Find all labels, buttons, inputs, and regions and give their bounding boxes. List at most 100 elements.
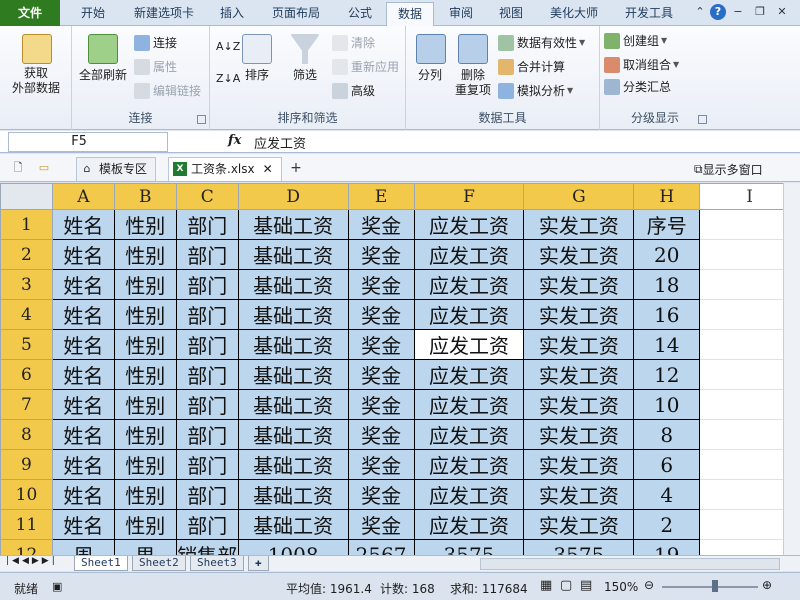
cell-e1[interactable]: 奖金 — [347, 209, 415, 240]
text-to-columns-button[interactable]: 分列 — [406, 68, 454, 83]
cell-b4[interactable]: 性别 — [113, 299, 177, 330]
cell-f11[interactable]: 应发工资 — [413, 509, 525, 540]
add-tab-icon[interactable]: + — [288, 160, 304, 176]
add-sheet-icon[interactable]: ✚ — [248, 556, 269, 571]
page-layout-icon[interactable]: ▢ — [560, 578, 572, 593]
cell-h4[interactable]: 16 — [633, 299, 701, 330]
close-tab-icon[interactable]: ✕ — [263, 162, 273, 176]
column-header-a[interactable]: A — [51, 183, 115, 210]
cell-f8[interactable]: 应发工资 — [413, 419, 525, 450]
cell-f4[interactable]: 应发工资 — [413, 299, 525, 330]
cell-c4[interactable]: 部门 — [175, 299, 239, 330]
tab-home[interactable]: 开始 — [66, 2, 120, 26]
insert-function-icon[interactable]: fx — [228, 133, 241, 148]
subtotal-button[interactable]: 分类汇总 — [604, 78, 671, 95]
cell-h11[interactable]: 2 — [633, 509, 701, 540]
cell-c7[interactable]: 部门 — [175, 389, 239, 420]
ungroup-button[interactable]: 取消组合 ▼ — [604, 56, 679, 73]
properties-button[interactable]: 属性 — [134, 58, 177, 75]
tab-review[interactable]: 审阅 — [438, 2, 484, 26]
cell-a12[interactable]: 周 — [51, 539, 115, 555]
what-if-button[interactable]: 模拟分析 ▼ — [498, 82, 573, 99]
cell-a5[interactable]: 姓名 — [51, 329, 115, 360]
column-header-e[interactable]: E — [347, 183, 415, 210]
row-header[interactable]: 3 — [0, 269, 53, 300]
data-validation-button[interactable]: 数据有效性 ▼ — [498, 34, 585, 51]
cell-b10[interactable]: 性别 — [113, 479, 177, 510]
cell-c12[interactable]: 销售部 — [175, 539, 239, 555]
zoom-slider-handle[interactable] — [712, 580, 718, 592]
formula-input[interactable]: 应发工资 — [254, 133, 306, 152]
reapply-button[interactable]: 重新应用 — [332, 58, 399, 75]
row-header[interactable]: 12 — [0, 539, 53, 555]
row-header[interactable]: 2 — [0, 239, 53, 270]
cell-g4[interactable]: 实发工资 — [523, 299, 635, 330]
cell-f9[interactable]: 应发工资 — [413, 449, 525, 480]
zoom-in-icon[interactable]: ⊕ — [762, 578, 772, 592]
zoom-slider[interactable] — [662, 586, 758, 588]
cell-c10[interactable]: 部门 — [175, 479, 239, 510]
restore-icon[interactable]: ❐ — [752, 4, 768, 20]
cell-b6[interactable]: 性别 — [113, 359, 177, 390]
cell-a7[interactable]: 姓名 — [51, 389, 115, 420]
cell-g11[interactable]: 实发工资 — [523, 509, 635, 540]
spreadsheet-grid[interactable]: ABCDEFGHI 1 姓名 性别 部门 基础工资 奖金 应发工资 实发工资 序号 2 姓名 性别 部门… — [0, 183, 800, 555]
tab-workbook-file[interactable]: X 工资条.xlsx ✕ — [168, 157, 282, 181]
cell-c2[interactable]: 部门 — [175, 239, 239, 270]
row-header[interactable]: 8 — [0, 419, 53, 450]
cell-h7[interactable]: 10 — [633, 389, 701, 420]
normal-view-icon[interactable]: ▦ — [540, 578, 552, 593]
cell-e11[interactable]: 奖金 — [347, 509, 415, 540]
cell-e4[interactable]: 奖金 — [347, 299, 415, 330]
cell-d1[interactable]: 基础工资 — [237, 209, 349, 240]
tab-data[interactable]: 数据 — [386, 2, 434, 27]
cell-c9[interactable]: 部门 — [175, 449, 239, 480]
cell-b12[interactable]: 男 — [113, 539, 177, 555]
cell-e3[interactable]: 奖金 — [347, 269, 415, 300]
cell-a8[interactable]: 姓名 — [51, 419, 115, 450]
horizontal-scrollbar[interactable] — [480, 558, 780, 570]
sort-button[interactable]: 排序 — [236, 68, 278, 83]
cell-g6[interactable]: 实发工资 — [523, 359, 635, 390]
sheet-tab-2[interactable]: Sheet2 — [132, 556, 186, 571]
cell-b9[interactable]: 性别 — [113, 449, 177, 480]
clear-button[interactable]: 清除 — [332, 34, 375, 51]
cell-e7[interactable]: 奖金 — [347, 389, 415, 420]
cell-g3[interactable]: 实发工资 — [523, 269, 635, 300]
cell-h6[interactable]: 12 — [633, 359, 701, 390]
cell-d7[interactable]: 基础工资 — [237, 389, 349, 420]
cell-b11[interactable]: 性别 — [113, 509, 177, 540]
cell-d10[interactable]: 基础工资 — [237, 479, 349, 510]
refresh-all-button[interactable]: 全部刷新 — [72, 68, 134, 83]
row-header[interactable]: 11 — [0, 509, 53, 540]
tab-developer[interactable]: 开发工具 — [614, 2, 684, 26]
cell-c6[interactable]: 部门 — [175, 359, 239, 390]
cell-a3[interactable]: 姓名 — [51, 269, 115, 300]
cell-h12[interactable]: 19 — [633, 539, 701, 555]
dialog-launcher-icon[interactable] — [698, 115, 707, 124]
edit-links-button[interactable]: 编辑链接 — [134, 82, 201, 99]
show-multi-window-button[interactable]: ⧉ 显示多窗口 — [694, 161, 763, 178]
collapse-ribbon-icon[interactable]: ⌃ — [692, 4, 708, 20]
group-button[interactable]: 创建组 ▼ — [604, 32, 667, 49]
page-break-icon[interactable]: ▤ — [580, 578, 592, 593]
column-header-d[interactable]: D — [237, 183, 349, 210]
cell-a1[interactable]: 姓名 — [51, 209, 115, 240]
cell-g12[interactable]: 3575 — [523, 539, 635, 555]
cell-a4[interactable]: 姓名 — [51, 299, 115, 330]
tab-beautify[interactable]: 美化大师 — [538, 2, 610, 26]
sort-az-icon[interactable]: A↓Z — [216, 40, 240, 53]
cell-g7[interactable]: 实发工资 — [523, 389, 635, 420]
cell-b5[interactable]: 性别 — [113, 329, 177, 360]
cell-d11[interactable]: 基础工资 — [237, 509, 349, 540]
cell-d5[interactable]: 基础工资 — [237, 329, 349, 360]
select-all-corner[interactable] — [0, 183, 53, 210]
cell-a6[interactable]: 姓名 — [51, 359, 115, 390]
cell-f7[interactable]: 应发工资 — [413, 389, 525, 420]
remove-duplicates-button[interactable]: 删除 重复项 — [450, 68, 496, 98]
cell-e6[interactable]: 奖金 — [347, 359, 415, 390]
advanced-button[interactable]: 高级 — [332, 82, 375, 99]
name-box[interactable]: F5 — [8, 132, 168, 152]
cell-c1[interactable]: 部门 — [175, 209, 239, 240]
column-header-f[interactable]: F — [413, 183, 525, 210]
